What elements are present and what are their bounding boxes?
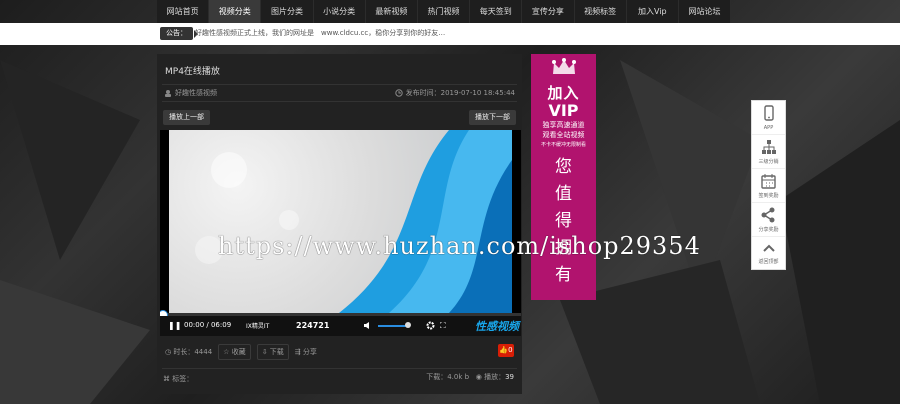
pause-button[interactable]: ❚❚ xyxy=(168,321,181,330)
side-toolbar: APP 三级分销 签到奖励 分享奖励 返回顶部 xyxy=(751,100,786,270)
video-image xyxy=(195,130,512,313)
author-name[interactable]: 好趣性感视频 xyxy=(175,88,217,98)
plays-label: 播放： xyxy=(484,373,506,381)
like-button[interactable]: 👍0 xyxy=(498,344,514,357)
clock-text: 224721 xyxy=(296,321,330,330)
footer-divider xyxy=(162,368,517,369)
side-checkin-label: 签到奖励 xyxy=(758,193,779,199)
plays-value: 39 xyxy=(505,373,514,381)
notice-label: 公告： xyxy=(160,27,198,40)
user-icon xyxy=(165,90,171,97)
vip-line2: VIP xyxy=(548,101,579,120)
vip-sub3: 不卡不缓冲无限制看 xyxy=(540,142,586,148)
extra-label: IX精灵IT xyxy=(246,323,270,330)
publish-time: 发布时间：2019-07-10 18:45:44 xyxy=(394,88,515,98)
duration-text: 时长：4444 xyxy=(173,348,213,356)
volume-icon[interactable] xyxy=(363,321,373,332)
vip-sub2: 观看全站视频 xyxy=(542,131,585,139)
video-panel: MP4在线播放 好趣性感视频 发布时间：2019-07-10 18:45:44 … xyxy=(157,54,522,394)
tags-row: ⌘ 标签： xyxy=(163,375,194,383)
clock-icon xyxy=(394,89,403,97)
download-label: 下载 xyxy=(269,348,284,356)
side-share-label: 分享奖励 xyxy=(758,227,779,233)
time-display: 00:00 / 06:09 xyxy=(184,321,232,329)
sitemap-icon xyxy=(761,140,776,154)
vip-char: 有 xyxy=(555,265,572,285)
nav-item-image-category[interactable]: 图片分类 xyxy=(261,0,314,23)
nav-item-daily-checkin[interactable]: 每天签到 xyxy=(470,0,523,23)
nav-item-video-category[interactable]: 视频分类 xyxy=(209,0,262,23)
side-distribution-label: 三级分销 xyxy=(758,159,779,165)
side-app-button[interactable]: APP xyxy=(752,101,785,135)
nav-item-promote-share[interactable]: 宣传分享 xyxy=(522,0,575,23)
crown-icon xyxy=(551,58,576,74)
prev-video-button[interactable]: 播放上一部 xyxy=(163,110,210,125)
phone-icon xyxy=(763,105,774,121)
vip-banner[interactable]: 加入 VIP 独享高速通道 观看全站视频 不卡不缓冲无限制看 您 值 得 拥 有 xyxy=(531,54,596,300)
player-controls: ❚❚ 00:00 / 06:09 IX精灵IT 224721 ⛶ 性感视频 xyxy=(160,316,521,336)
settings-icon[interactable] xyxy=(426,321,435,332)
notice-bar: 公告： 好趣性感视频正式上线，我们的网址是 www.cldcu.cc，稳你分享到… xyxy=(0,23,900,45)
back-to-top-label: 返回顶部 xyxy=(758,259,779,265)
download-stat-label: 下载： xyxy=(426,373,448,381)
next-video-button[interactable]: 播放下一部 xyxy=(469,110,516,125)
volume-slider[interactable] xyxy=(378,325,408,327)
author-info: 好趣性感视频 xyxy=(164,88,217,98)
chevron-up-icon xyxy=(762,244,775,252)
notice-text[interactable]: 好趣性感视频正式上线，我们的网址是 www.cldcu.cc，稳你分享到你的好友… xyxy=(195,27,445,40)
favorite-button[interactable]: ☆ 收藏 xyxy=(218,344,251,360)
like-count: 0 xyxy=(508,346,513,354)
tags-label: 标签： xyxy=(172,375,194,383)
vip-slogan: 您 值 得 拥 有 xyxy=(531,154,596,289)
vip-sub1: 独享高速通道 xyxy=(542,121,585,129)
duration-info: ◷ 时长：4444 xyxy=(165,348,213,356)
side-app-label: APP xyxy=(763,125,774,131)
side-share-button[interactable]: 分享奖励 xyxy=(752,203,785,237)
volume-handle[interactable] xyxy=(405,322,411,328)
side-checkin-button[interactable]: 签到奖励 xyxy=(752,169,785,203)
vip-char: 您 xyxy=(555,157,572,177)
vip-char: 得 xyxy=(555,211,572,231)
publish-time-text: 发布时间：2019-07-10 18:45:44 xyxy=(405,89,515,97)
share-icon xyxy=(761,207,775,223)
back-to-top-button[interactable]: 返回顶部 xyxy=(752,237,785,270)
vip-line1: 加入 xyxy=(547,84,580,102)
nav-item-hot-videos[interactable]: 热门视频 xyxy=(418,0,471,23)
favorite-label: 收藏 xyxy=(231,348,246,356)
share-label: 分享 xyxy=(302,348,317,356)
nav-item-forum[interactable]: 网站论坛 xyxy=(679,0,732,23)
nav-item-novel-category[interactable]: 小说分类 xyxy=(314,0,366,23)
calendar-icon xyxy=(761,174,776,189)
page-title: MP4在线播放 xyxy=(165,67,220,77)
video-actions: ◷ 时长：4444 ☆ 收藏 ⇩ 下载 ⇶ 分享 xyxy=(165,344,317,360)
vip-char: 值 xyxy=(555,184,572,204)
nav-item-join-vip[interactable]: 加入Vip xyxy=(627,0,679,23)
video-frame[interactable] xyxy=(169,130,512,313)
nav-item-home[interactable]: 网站首页 xyxy=(157,0,210,23)
nav-item-video-tags[interactable]: 视频标签 xyxy=(575,0,627,23)
side-distribution-button[interactable]: 三级分销 xyxy=(752,135,785,169)
video-meta: 好趣性感视频 发布时间：2019-07-10 18:45:44 xyxy=(162,84,517,102)
watermark-text: https://www.huzhan.com/ishop29354 xyxy=(218,232,701,260)
share-button[interactable]: ⇶ 分享 xyxy=(295,345,317,359)
nav-item-latest-videos[interactable]: 最新视频 xyxy=(366,0,418,23)
video-stats: 下载：4.0k b ◉ 播放：39 xyxy=(426,373,514,381)
main-navigation: 网站首页 视频分类 图片分类 小说分类 最新视频 热门视频 每天签到 宣传分享 … xyxy=(157,0,732,23)
download-button[interactable]: ⇩ 下载 xyxy=(256,344,289,360)
fullscreen-icon[interactable]: ⛶ xyxy=(440,321,446,331)
brand-logo: 性感视频 xyxy=(475,320,519,333)
download-stat-value: 4.0k b xyxy=(447,373,470,381)
